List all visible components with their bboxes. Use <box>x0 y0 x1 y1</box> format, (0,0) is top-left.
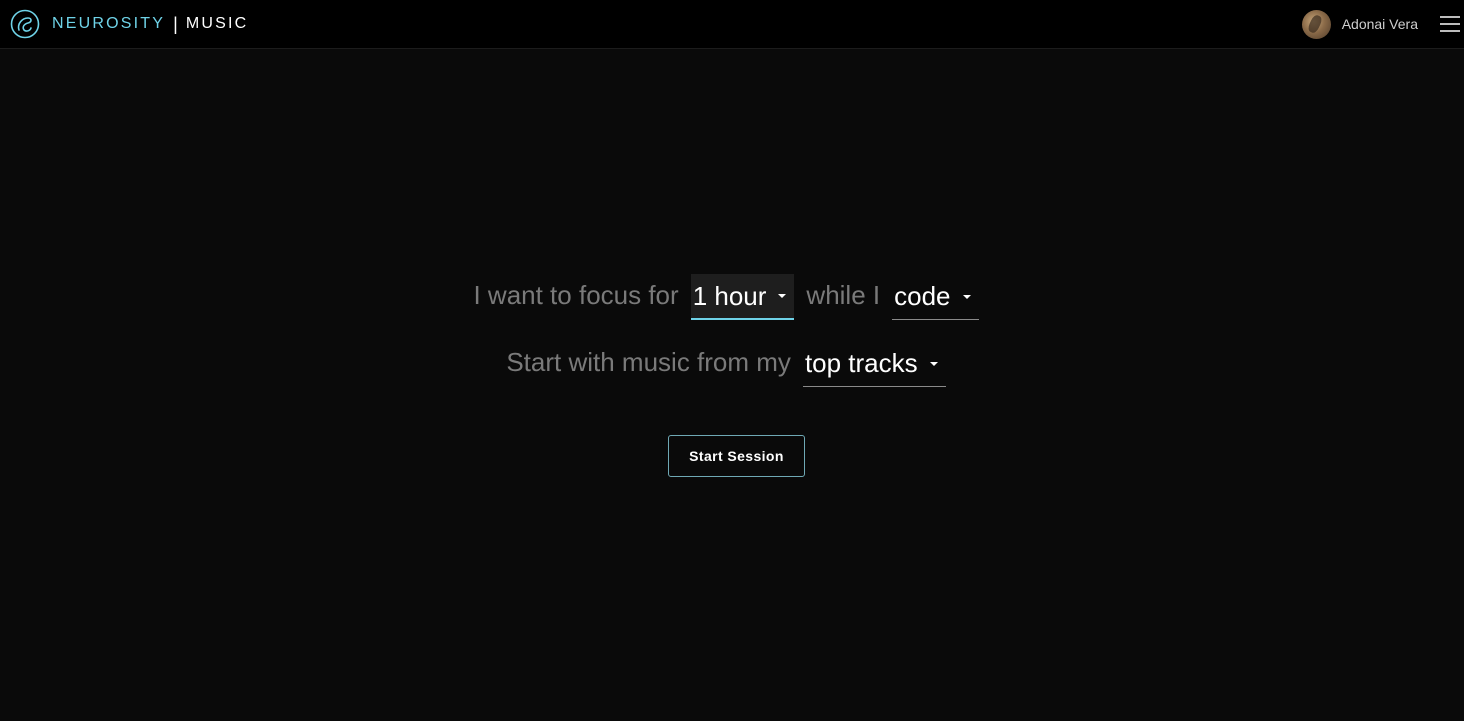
start-session-button[interactable]: Start Session <box>668 435 805 477</box>
caret-down-icon <box>929 361 938 366</box>
focus-sentence-line-2: Start with music from my top tracks <box>0 339 1464 387</box>
focus-middle-text: while I <box>806 280 881 310</box>
menu-line <box>1440 23 1460 25</box>
music-source-select[interactable]: top tracks <box>802 341 946 387</box>
duration-value: 1 hour <box>692 280 767 311</box>
menu-line <box>1440 30 1460 32</box>
brand-name: NEUROSITY <box>52 15 166 32</box>
avatar[interactable] <box>1301 9 1331 39</box>
neurosity-logo-icon <box>10 9 40 39</box>
user-name[interactable]: Adonai Vera <box>1342 16 1418 32</box>
top-bar: NEUROSITY | MUSIC Adonai Vera <box>0 0 1464 49</box>
music-source-value: top tracks <box>804 348 918 378</box>
focus-sentence-line-1: I want to focus for 1 hour while I code <box>0 272 1464 320</box>
user-area: Adonai Vera <box>1301 9 1464 39</box>
focus-prefix-text: I want to focus for <box>473 280 679 310</box>
menu-line <box>1440 16 1460 18</box>
music-prefix-text: Start with music from my <box>506 347 791 377</box>
hamburger-menu-icon[interactable] <box>1440 16 1460 32</box>
caret-down-icon <box>778 294 787 298</box>
brand[interactable]: NEUROSITY | MUSIC <box>10 9 248 39</box>
activity-value: code <box>894 281 951 311</box>
caret-down-icon <box>962 294 971 299</box>
activity-select[interactable]: code <box>892 274 979 320</box>
brand-separator: | <box>173 13 178 34</box>
product-name: MUSIC <box>185 15 249 32</box>
duration-select[interactable]: 1 hour <box>690 274 795 320</box>
